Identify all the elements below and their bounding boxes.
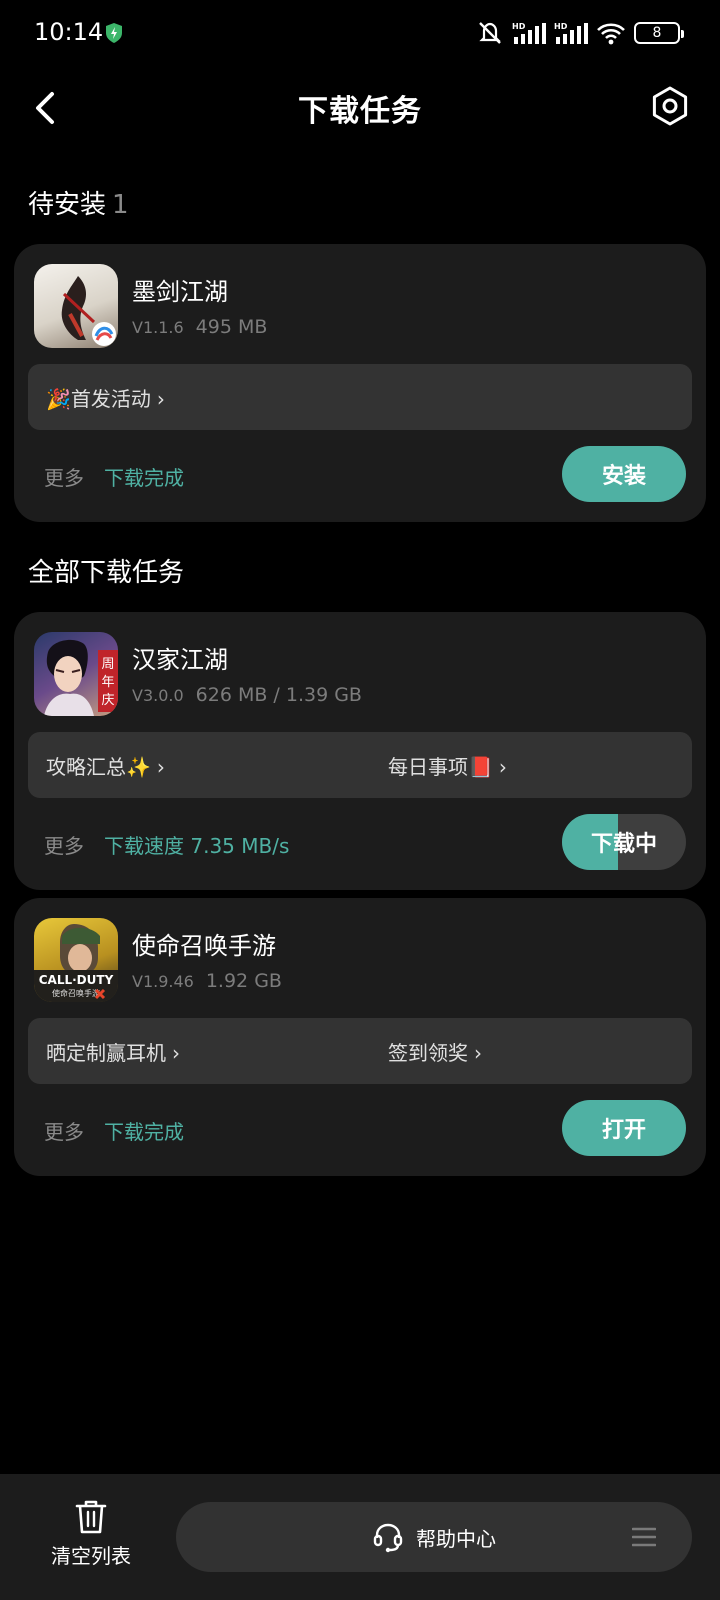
download-card[interactable]: 墨剑江湖 V1.1.6 495 MB 🎉首发活动 › 更多 下载完成 安装	[14, 244, 706, 522]
app-name: 使命召唤手游	[132, 932, 276, 960]
more-button[interactable]: 更多	[44, 1116, 84, 1145]
pending-section-title: 待安装 1	[28, 184, 129, 221]
downloading-button[interactable]: 下载中	[562, 814, 686, 870]
promo-row: 攻略汇总✨ › 每日事项📕 ›	[28, 732, 692, 798]
install-button-label: 安装	[601, 464, 646, 489]
bottom-bar: 清空列表 帮助中心	[0, 1474, 720, 1600]
download-status: 下载完成	[104, 1120, 184, 1144]
app-meta: V1.9.46 1.92 GB	[132, 970, 282, 992]
promo-label: 签到领奖	[388, 1041, 468, 1065]
app-icon[interactable]: CALL·DUTY 使命召唤手游	[34, 918, 118, 1002]
menu-icon[interactable]	[632, 1526, 656, 1548]
app-meta: V3.0.0 626 MB / 1.39 GB	[132, 684, 362, 706]
download-card[interactable]: 周 年 庆 汉家江湖 V3.0.0 626 MB / 1.39 GB 攻略汇总✨ ›…	[14, 612, 706, 890]
promo-label: 晒定制赢耳机	[46, 1041, 166, 1065]
app-version: V3.0.0	[132, 686, 184, 705]
app-icon[interactable]: 周 年 庆	[34, 632, 118, 716]
promo-label: 每日事项📕	[388, 755, 493, 779]
clear-list-button[interactable]: 清空列表	[36, 1494, 146, 1584]
svg-text:使命召唤手游: 使命召唤手游	[52, 988, 100, 998]
app-meta: V1.1.6 495 MB	[132, 316, 267, 338]
more-button[interactable]: 更多	[44, 830, 84, 859]
svg-text:HD: HD	[512, 22, 526, 31]
header: 下载任务	[0, 70, 720, 150]
chevron-right-icon: ›	[498, 755, 507, 779]
status-time: 10:14	[34, 18, 104, 46]
svg-text:周: 周	[101, 657, 114, 672]
download-status: 下载完成	[104, 466, 184, 490]
all-section-title: 全部下载任务	[28, 558, 185, 588]
svg-text:庆: 庆	[101, 693, 114, 708]
help-center-label: 帮助中心	[416, 1526, 496, 1551]
help-center-button[interactable]: 帮助中心	[176, 1502, 692, 1572]
promo-link[interactable]: 每日事项📕 ›	[388, 751, 507, 780]
promo-label: 攻略汇总✨	[46, 755, 151, 779]
chevron-right-icon: ›	[156, 755, 165, 779]
chevron-right-icon: ›	[156, 387, 165, 411]
app-size: 626 MB / 1.39 GB	[195, 684, 362, 706]
promo-row: 晒定制赢耳机 › 签到领奖 ›	[28, 1018, 692, 1084]
shield-icon	[106, 23, 122, 43]
status-bar: 10:14 HD HD 8	[0, 0, 720, 66]
wifi-icon	[597, 23, 625, 45]
download-speed: 下载速度 7.35 MB/s	[104, 834, 290, 858]
promo-link[interactable]: 晒定制赢耳机 ›	[46, 1037, 180, 1066]
clear-list-label: 清空列表	[51, 1544, 131, 1568]
battery-indicator: 8	[634, 22, 684, 44]
battery-level: 8	[652, 25, 662, 41]
mute-icon	[479, 22, 501, 44]
app-version: V1.1.6	[132, 318, 184, 337]
app-name: 墨剑江湖	[132, 278, 228, 306]
app-version: V1.9.46	[132, 972, 194, 991]
app-size: 495 MB	[195, 316, 268, 338]
svg-text:CALL·DUTY: CALL·DUTY	[39, 973, 114, 987]
promo-row: 🎉首发活动 ›	[28, 364, 692, 430]
more-button[interactable]: 更多	[44, 462, 84, 491]
promo-link[interactable]: 🎉首发活动 ›	[46, 383, 165, 412]
trash-icon	[75, 1500, 107, 1534]
help-center-content: 帮助中心	[176, 1502, 692, 1572]
pending-title-text: 待安装	[28, 190, 107, 220]
page-title: 下载任务	[298, 94, 422, 129]
chevron-right-icon: ›	[474, 1041, 482, 1065]
promo-link[interactable]: 攻略汇总✨ ›	[46, 751, 165, 780]
svg-text:HD: HD	[554, 22, 568, 31]
chevron-right-icon: ›	[172, 1041, 180, 1065]
settings-icon[interactable]	[648, 84, 692, 128]
svg-text:年: 年	[101, 675, 114, 690]
downloading-button-label: 下载中	[590, 832, 657, 857]
download-card[interactable]: CALL·DUTY 使命召唤手游 使命召唤手游 V1.9.46 1.92 GB 晒…	[14, 898, 706, 1176]
app-size: 1.92 GB	[205, 970, 282, 992]
app-icon[interactable]	[34, 264, 118, 348]
pending-count: 1	[112, 190, 129, 220]
signal-icon: HD	[554, 22, 588, 44]
open-button-label: 打开	[601, 1118, 646, 1143]
promo-label: 🎉首发活动	[46, 387, 151, 411]
headset-icon	[373, 1523, 403, 1553]
status-icons: HD HD 8	[476, 18, 684, 48]
install-button[interactable]: 安装	[562, 446, 686, 502]
promo-link[interactable]: 签到领奖 ›	[388, 1037, 482, 1066]
open-button[interactable]: 打开	[562, 1100, 686, 1156]
signal-icon: HD	[512, 22, 546, 44]
app-name: 汉家江湖	[132, 646, 228, 674]
